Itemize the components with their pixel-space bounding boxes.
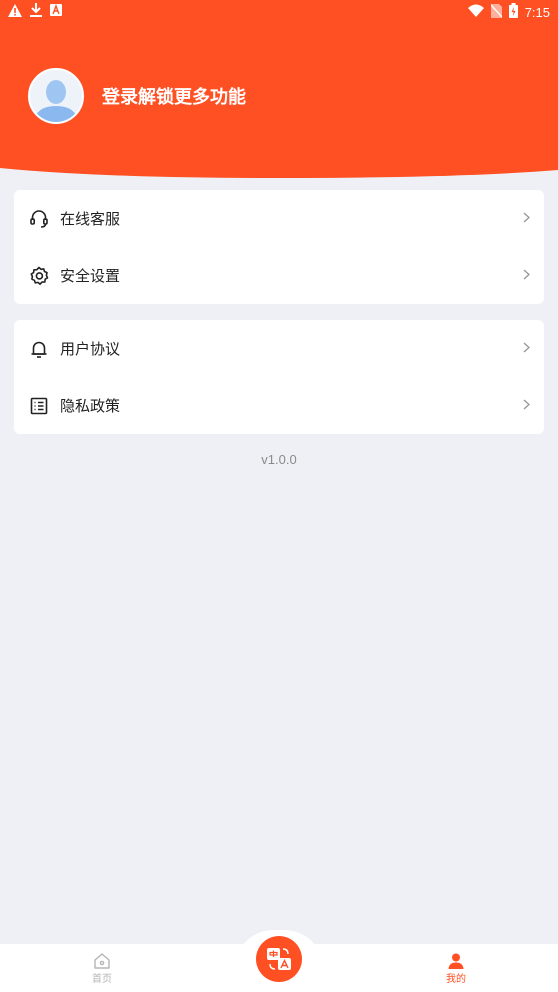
list-icon xyxy=(28,395,50,417)
menu-item-label: 安全设置 xyxy=(60,268,121,285)
status-bar: 7:15 xyxy=(0,0,558,24)
profile-header: 7:15 登录解锁更多功能 xyxy=(0,0,558,178)
chevron-right-icon xyxy=(523,398,531,414)
tab-mine[interactable]: 我的 xyxy=(416,948,496,985)
translate-button[interactable] xyxy=(256,936,302,982)
menu-item-online-service[interactable]: 在线客服 xyxy=(14,190,544,247)
download-icon xyxy=(30,3,42,21)
app-version: v1.0.0 xyxy=(261,452,297,467)
tab-home-label: 首页 xyxy=(92,974,112,985)
chevron-right-icon xyxy=(523,268,531,284)
login-prompt[interactable]: 登录解锁更多功能 xyxy=(102,83,246,109)
tab-mine-label: 我的 xyxy=(446,974,466,985)
menu-item-security-settings[interactable]: 安全设置 xyxy=(14,247,544,304)
avatar[interactable] xyxy=(28,68,84,124)
bell-icon xyxy=(28,338,50,360)
menu-item-user-agreement[interactable]: 用户协议 xyxy=(14,320,544,377)
login-entry[interactable]: 登录解锁更多功能 xyxy=(28,68,246,124)
battery-charging-icon xyxy=(508,3,518,22)
warning-icon xyxy=(8,3,22,21)
menu-item-label: 用户协议 xyxy=(60,341,121,358)
headset-icon xyxy=(28,208,50,230)
menu-card-service: 在线客服 安全设置 xyxy=(14,190,544,304)
chevron-right-icon xyxy=(523,341,531,357)
chevron-right-icon xyxy=(523,211,531,227)
wifi-icon xyxy=(467,4,484,21)
no-sim-icon xyxy=(490,3,503,22)
menu-card-legal: 用户协议 隐私政策 xyxy=(14,320,544,434)
menu-item-label: 隐私政策 xyxy=(60,398,121,415)
user-avatar-icon xyxy=(30,70,82,122)
menu-item-privacy-policy[interactable]: 隐私政策 xyxy=(14,377,544,434)
person-icon xyxy=(448,953,464,969)
menu-item-label: 在线客服 xyxy=(60,211,121,228)
gear-icon xyxy=(28,265,50,287)
status-time: 7:15 xyxy=(524,5,550,20)
home-icon xyxy=(94,953,110,969)
translate-icon xyxy=(267,948,291,970)
a-box-icon xyxy=(50,4,62,20)
tab-home[interactable]: 首页 xyxy=(62,948,142,985)
